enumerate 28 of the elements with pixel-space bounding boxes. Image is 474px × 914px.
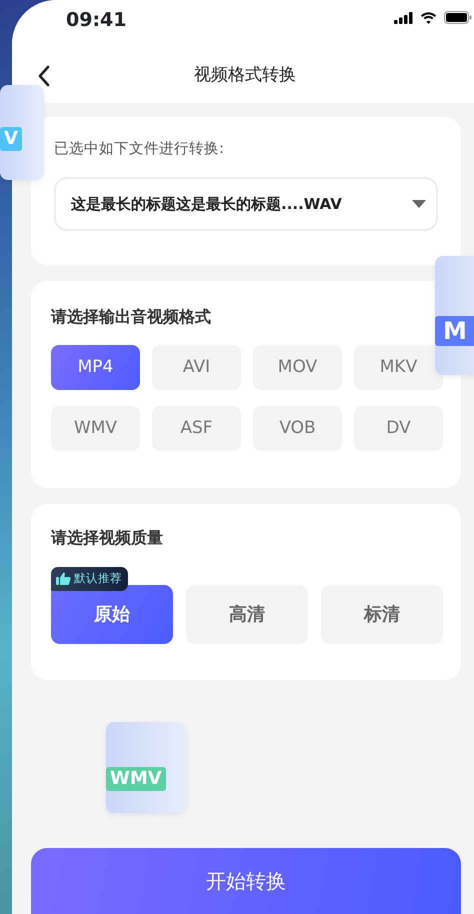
format-option[interactable]: MKV xyxy=(354,344,443,390)
format-heading: 请选择输出音视频格式 xyxy=(51,306,212,328)
file-dropdown[interactable]: 这是最长的标题这是最长的标题....WAV xyxy=(54,176,438,231)
signal-icon xyxy=(394,12,413,24)
format-option[interactable]: VOB xyxy=(253,406,342,451)
battery-icon xyxy=(444,11,472,24)
wifi-icon xyxy=(420,12,437,24)
file-type-tag: M xyxy=(435,316,474,346)
quality-heading: 请选择视频质量 xyxy=(51,526,164,549)
format-option[interactable]: ASF xyxy=(152,406,241,451)
format-option[interactable]: AVI xyxy=(152,344,241,390)
recommend-badge: 默认推荐 xyxy=(51,566,128,591)
quality-option[interactable]: 高清 xyxy=(186,584,308,644)
file-name: 这是最长的标题这是最长的标题....WAV xyxy=(71,194,342,214)
file-type-tag: V xyxy=(0,127,22,151)
page-title: 视频格式转换 xyxy=(193,64,297,87)
format-option[interactable]: WMV xyxy=(51,406,140,451)
file-type-tag: WMV xyxy=(106,767,166,791)
thumbs-up-icon xyxy=(56,572,71,585)
start-button[interactable]: 开始转换 xyxy=(31,848,461,914)
format-option[interactable]: MOV xyxy=(253,344,342,390)
caret-icon xyxy=(412,200,426,208)
status-time: 09:41 xyxy=(66,8,126,33)
format-option[interactable]: MP4 xyxy=(51,344,140,390)
source-label: 已选中如下文件进行转换: xyxy=(54,140,225,159)
quality-option[interactable]: 标清 xyxy=(321,584,443,644)
format-option[interactable]: DV xyxy=(354,406,443,451)
quality-option[interactable]: 原始 xyxy=(51,584,173,644)
